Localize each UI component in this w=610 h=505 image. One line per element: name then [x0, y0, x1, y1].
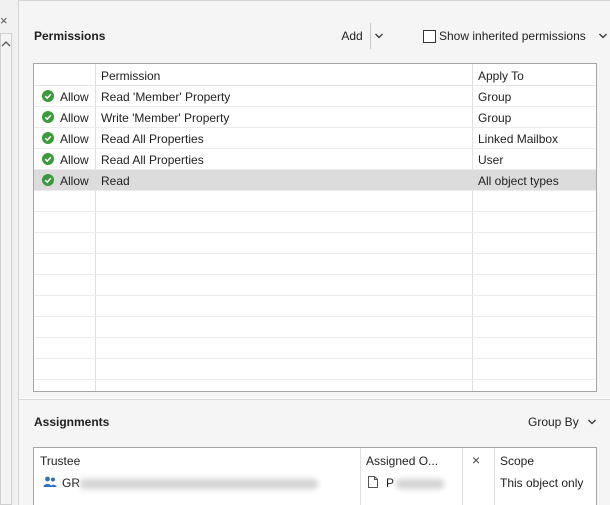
close-icon[interactable]: × — [0, 14, 10, 28]
permission-name: Read — [101, 174, 130, 188]
permission-apply-to: Group — [478, 111, 512, 125]
table-row-selected[interactable]: Allow Read All object types — [34, 170, 596, 191]
empty-row — [34, 191, 596, 212]
table-row[interactable]: Allow Write 'Member' Property Group — [34, 107, 596, 128]
assignments-grid-header: Trustee Assigned O... × Scope — [34, 448, 596, 470]
permission-name: Read All Properties — [101, 153, 204, 167]
assignments-title: Assignments — [34, 415, 110, 429]
permission-name: Write 'Member' Property — [101, 111, 230, 125]
check-circle-icon — [42, 90, 54, 102]
check-circle-icon — [42, 174, 54, 186]
check-circle-icon — [42, 132, 54, 144]
permission-type: Allow — [60, 174, 89, 188]
redacted-text — [396, 479, 444, 489]
add-divider — [370, 23, 371, 49]
chevron-down-icon — [587, 419, 596, 425]
empty-row — [34, 275, 596, 296]
add-dropdown-button[interactable] — [372, 23, 386, 49]
check-circle-icon — [42, 153, 54, 165]
inherited-dropdown[interactable] — [598, 32, 608, 40]
permissions-title: Permissions — [34, 29, 106, 43]
chevron-down-icon — [375, 33, 383, 39]
table-row[interactable]: Allow Read All Properties User — [34, 149, 596, 170]
empty-row — [34, 254, 596, 275]
empty-row — [34, 233, 596, 254]
assigned-on-value: P — [386, 476, 395, 490]
assignments-grid[interactable]: Trustee Assigned O... × Scope GR P This … — [33, 447, 597, 505]
table-row[interactable]: Allow Read 'Member' Property Group — [34, 86, 596, 107]
left-scrollbar[interactable] — [0, 33, 12, 505]
table-row[interactable]: Allow Read All Properties Linked Mailbox — [34, 128, 596, 149]
trustee-name: GR — [62, 476, 80, 490]
group-by-dropdown[interactable] — [587, 418, 597, 426]
chevron-down-icon — [598, 33, 607, 39]
add-button-label: Add — [341, 29, 363, 43]
column-header-trustee[interactable]: Trustee — [40, 454, 80, 468]
scope-value: This object only — [500, 476, 584, 490]
column-header-permission[interactable]: Permission — [101, 69, 160, 83]
check-circle-icon — [42, 111, 54, 123]
permission-type: Allow — [60, 111, 89, 125]
column-header-scope[interactable]: Scope — [500, 454, 534, 468]
permission-apply-to: Group — [478, 90, 512, 104]
show-inherited-checkbox[interactable] — [423, 29, 436, 43]
empty-row — [34, 296, 596, 317]
permissions-grid-header: Permission Apply To — [34, 64, 596, 86]
empty-row — [34, 212, 596, 233]
permission-type: Allow — [60, 90, 89, 104]
show-inherited-toggle[interactable]: Show inherited permissions — [423, 28, 608, 44]
group-by-button[interactable]: Group By — [528, 415, 597, 429]
permission-apply-to: User — [478, 153, 504, 167]
scroll-up-icon[interactable] — [0, 38, 12, 50]
permission-apply-to: Linked Mailbox — [478, 132, 559, 146]
show-inherited-label: Show inherited permissions — [439, 29, 586, 43]
permission-name: Read 'Member' Property — [101, 90, 231, 104]
column-header-assigned-on[interactable]: Assigned O... — [366, 454, 438, 468]
permission-name: Read All Properties — [101, 132, 204, 146]
column-header-apply-to[interactable]: Apply To — [478, 69, 524, 83]
left-pane-strip: × — [0, 0, 19, 505]
empty-row — [34, 359, 596, 380]
group-icon — [43, 476, 57, 487]
empty-row — [34, 338, 596, 359]
empty-row — [34, 317, 596, 338]
permission-type: Allow — [60, 132, 89, 146]
permission-type: Allow — [60, 153, 89, 167]
redacted-text — [80, 479, 318, 489]
table-row[interactable]: GR P This object only — [34, 473, 596, 495]
group-by-label: Group By — [528, 415, 579, 429]
permissions-grid[interactable]: Permission Apply To Allow Read 'Member' … — [33, 63, 597, 392]
document-icon — [368, 476, 378, 488]
permissions-panel: Permissions Add Show inherited permissio… — [19, 0, 610, 398]
remove-column-icon[interactable]: × — [472, 452, 480, 468]
permission-apply-to: All object types — [478, 174, 559, 188]
assignments-panel: Assignments Group By Trustee Assigned O.… — [19, 399, 610, 505]
